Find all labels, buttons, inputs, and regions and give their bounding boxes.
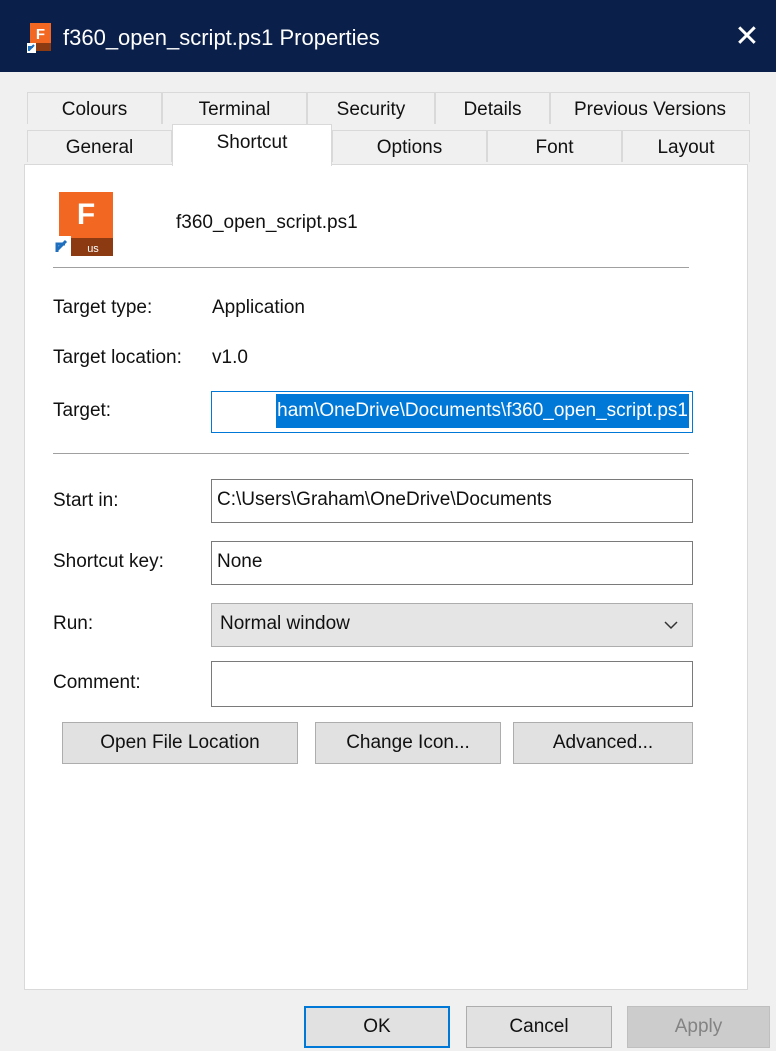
apply-button[interactable]: Apply bbox=[627, 1006, 770, 1048]
target-input[interactable]: ham\OneDrive\Documents\f360_open_script.… bbox=[211, 391, 693, 433]
tab-previous-versions[interactable]: Previous Versions bbox=[550, 92, 750, 124]
target-label: Target: bbox=[53, 400, 112, 421]
comment-input[interactable] bbox=[211, 661, 693, 707]
target-type-label: Target type: bbox=[53, 297, 153, 318]
properties-window: F f360_open_script.ps1 Properties ✕ Colo… bbox=[0, 0, 776, 1051]
change-icon-button[interactable]: Change Icon... bbox=[315, 722, 501, 764]
tab-shortcut[interactable]: Shortcut bbox=[172, 124, 332, 166]
tab-security[interactable]: Security bbox=[307, 92, 435, 124]
close-button[interactable]: ✕ bbox=[718, 0, 776, 72]
run-selected-value: Normal window bbox=[220, 613, 350, 634]
shortcut-key-input[interactable]: None bbox=[211, 541, 693, 585]
tab-terminal[interactable]: Terminal bbox=[162, 92, 307, 124]
svg-text:F: F bbox=[36, 26, 45, 43]
target-location-label: Target location: bbox=[53, 347, 182, 368]
shortcut-key-label: Shortcut key: bbox=[53, 551, 164, 572]
target-type-value: Application bbox=[212, 297, 305, 318]
chevron-down-icon bbox=[664, 621, 678, 630]
target-location-value: v1.0 bbox=[212, 347, 248, 368]
shortcut-file-icon: F us bbox=[53, 192, 113, 256]
window-title: f360_open_script.ps1 Properties bbox=[63, 25, 380, 50]
separator bbox=[53, 267, 689, 268]
title-bar: F f360_open_script.ps1 Properties ✕ bbox=[0, 0, 776, 72]
cancel-button[interactable]: Cancel bbox=[466, 1006, 612, 1048]
fusion-app-icon: F bbox=[27, 23, 51, 53]
ok-button[interactable]: OK bbox=[304, 1006, 450, 1048]
tab-colours[interactable]: Colours bbox=[27, 92, 162, 124]
close-icon: ✕ bbox=[734, 19, 760, 53]
tab-options[interactable]: Options bbox=[332, 130, 487, 162]
tab-details[interactable]: Details bbox=[435, 92, 550, 124]
tab-font[interactable]: Font bbox=[487, 130, 622, 162]
run-select[interactable]: Normal window bbox=[211, 603, 693, 647]
svg-text:us: us bbox=[87, 243, 99, 255]
shortcut-file-name: f360_open_script.ps1 bbox=[176, 212, 358, 233]
start-in-label: Start in: bbox=[53, 490, 119, 511]
advanced-button[interactable]: Advanced... bbox=[513, 722, 693, 764]
comment-label: Comment: bbox=[53, 672, 141, 693]
start-in-input[interactable]: C:\Users\Graham\OneDrive\Documents bbox=[211, 479, 693, 523]
target-selected-text: ham\OneDrive\Documents\f360_open_script.… bbox=[276, 394, 689, 428]
open-file-location-button[interactable]: Open File Location bbox=[62, 722, 298, 764]
run-label: Run: bbox=[53, 613, 94, 634]
tab-layout[interactable]: Layout bbox=[622, 130, 750, 162]
tab-general[interactable]: General bbox=[27, 130, 172, 162]
separator bbox=[53, 453, 689, 454]
svg-text:F: F bbox=[77, 198, 95, 231]
shortcut-panel: F us f360_open_script.ps1 Target type: A… bbox=[24, 164, 748, 990]
